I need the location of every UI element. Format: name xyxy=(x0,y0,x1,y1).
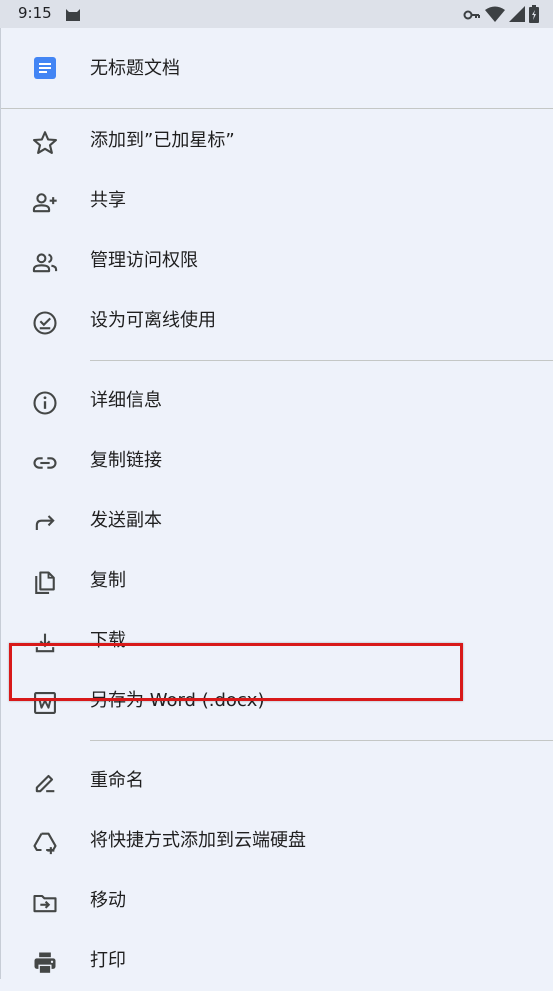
status-icons xyxy=(463,5,539,27)
menu-item-move[interactable]: 移动 xyxy=(1,871,553,931)
move-folder-icon xyxy=(31,889,59,917)
menu-item-label: 复制链接 xyxy=(90,450,162,471)
section-divider xyxy=(90,740,553,741)
menu-item-label: 将快捷方式添加到云端硬盘 xyxy=(90,830,306,851)
key-icon xyxy=(463,7,481,26)
status-time: 9:15 xyxy=(18,4,52,22)
info-icon xyxy=(31,389,59,417)
menu-item-save-as-word[interactable]: 另存为 Word (.docx) xyxy=(1,671,553,731)
drive-shortcut-icon xyxy=(31,829,59,857)
cat-icon xyxy=(64,6,82,26)
word-icon xyxy=(31,689,59,717)
offline-check-icon xyxy=(31,309,59,337)
menu-item-copy-link[interactable]: 复制链接 xyxy=(1,431,553,491)
menu-item-label: 详细信息 xyxy=(90,390,162,411)
menu-item-manage-access[interactable]: 管理访问权限 xyxy=(1,231,553,291)
menu-item-label: 下载 xyxy=(90,630,126,651)
pencil-rename-icon xyxy=(31,769,59,797)
print-icon xyxy=(31,949,59,977)
forward-arrow-icon xyxy=(31,509,59,537)
section-divider xyxy=(90,360,553,361)
download-icon xyxy=(31,629,59,657)
document-actions-sheet: 无标题文档 添加到”已加星标” 共享 管理访问权限 设为可离线使用 详细信息 复… xyxy=(1,28,553,979)
status-bar: 9:15 xyxy=(0,0,553,28)
menu-item-print[interactable]: 打印 xyxy=(1,931,553,991)
menu-item-add-to-starred[interactable]: 添加到”已加星标” xyxy=(1,111,553,171)
menu-item-label: 重命名 xyxy=(90,770,144,791)
battery-icon xyxy=(529,5,539,27)
copy-document-icon xyxy=(31,569,59,597)
signal-icon xyxy=(509,6,525,26)
person-add-icon xyxy=(31,189,59,217)
star-outline-icon xyxy=(31,129,59,157)
google-docs-icon xyxy=(34,57,56,79)
menu-item-label: 添加到”已加星标” xyxy=(90,130,235,151)
menu-item-label: 移动 xyxy=(90,890,126,911)
people-icon xyxy=(31,249,59,277)
menu-item-label: 复制 xyxy=(90,570,126,591)
menu-item-rename[interactable]: 重命名 xyxy=(1,751,553,811)
menu-item-label: 发送副本 xyxy=(90,510,162,531)
menu-item-add-shortcut-to-drive[interactable]: 将快捷方式添加到云端硬盘 xyxy=(1,811,553,871)
header-divider xyxy=(1,108,553,109)
document-header: 无标题文档 xyxy=(1,28,553,108)
menu-item-label: 设为可离线使用 xyxy=(90,310,216,331)
menu-item-make-copy[interactable]: 复制 xyxy=(1,551,553,611)
link-icon xyxy=(31,449,59,477)
wifi-icon xyxy=(485,6,505,26)
menu-item-label: 打印 xyxy=(90,950,126,971)
menu-item-details[interactable]: 详细信息 xyxy=(1,371,553,431)
menu-item-label: 管理访问权限 xyxy=(90,250,198,271)
menu-item-label: 另存为 Word (.docx) xyxy=(90,690,265,711)
menu-item-send-copy[interactable]: 发送副本 xyxy=(1,491,553,551)
document-title: 无标题文档 xyxy=(90,58,180,79)
menu-item-label: 共享 xyxy=(90,190,126,211)
menu-item-share[interactable]: 共享 xyxy=(1,171,553,231)
menu-item-make-available-offline[interactable]: 设为可离线使用 xyxy=(1,291,553,351)
menu-item-download[interactable]: 下载 xyxy=(1,611,553,671)
